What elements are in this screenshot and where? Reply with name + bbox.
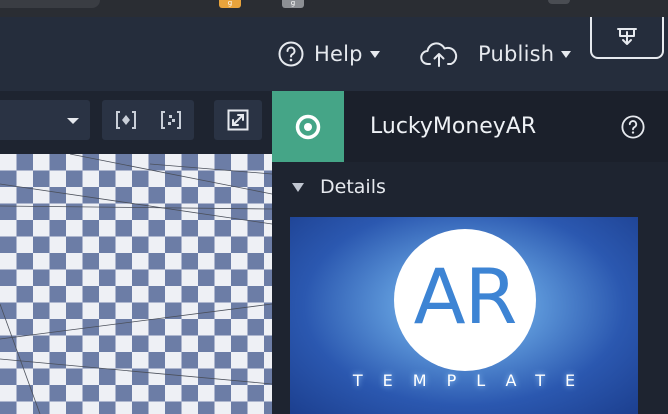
- scene-toggle-button[interactable]: [272, 91, 344, 162]
- browser-control[interactable]: [548, 0, 570, 4]
- panel-help-button[interactable]: [621, 115, 645, 143]
- target-icon: [295, 114, 321, 139]
- tab-favicon[interactable]: g: [219, 0, 241, 8]
- fullscreen-button[interactable]: [214, 100, 262, 140]
- viewport-camera-select[interactable]: [0, 100, 90, 140]
- expand-icon: [227, 109, 249, 131]
- question-circle-icon: [621, 115, 645, 139]
- publish-menu-button[interactable]: Publish: [420, 17, 572, 91]
- chevron-down-icon: [369, 50, 380, 58]
- top-toolbar: Help Publish: [0, 17, 668, 91]
- scene-viewport: [0, 91, 272, 414]
- help-label: Help: [314, 42, 363, 66]
- publish-label: Publish: [478, 42, 555, 66]
- help-menu-button[interactable]: Help: [278, 17, 380, 91]
- chevron-down-icon: [561, 50, 572, 58]
- panel-header: LuckyMoneyAR: [272, 91, 668, 162]
- frame-tools: [102, 100, 194, 140]
- project-title: LuckyMoneyAR: [370, 114, 537, 139]
- question-circle-icon: [278, 41, 304, 67]
- download-tray-icon: [617, 28, 637, 45]
- frame-all-icon: [161, 111, 181, 129]
- frame-selection-button[interactable]: [114, 109, 138, 131]
- ar-logo-text: AR: [413, 252, 518, 341]
- project-panel: LuckyMoneyAR Details AR TEMPLATE: [272, 91, 668, 414]
- tab-favicon[interactable]: g: [282, 0, 304, 8]
- browser-tab[interactable]: [0, 0, 100, 8]
- frame-selection-icon: [116, 111, 136, 129]
- download-button[interactable]: [590, 17, 664, 59]
- grid-lines: [0, 154, 272, 414]
- frame-all-button[interactable]: [159, 109, 183, 131]
- cloud-upload-icon: [420, 42, 458, 67]
- details-section-toggle[interactable]: Details: [292, 175, 386, 199]
- chevron-down-icon: [67, 118, 79, 124]
- template-subtitle: TEMPLATE: [352, 371, 596, 390]
- browser-tab-strip: g g: [0, 0, 668, 17]
- transparent-canvas[interactable]: [0, 154, 272, 414]
- project-thumbnail[interactable]: AR TEMPLATE: [290, 217, 638, 414]
- ar-logo-circle: AR: [394, 229, 536, 371]
- triangle-down-icon: [292, 182, 304, 192]
- details-label: Details: [320, 176, 386, 198]
